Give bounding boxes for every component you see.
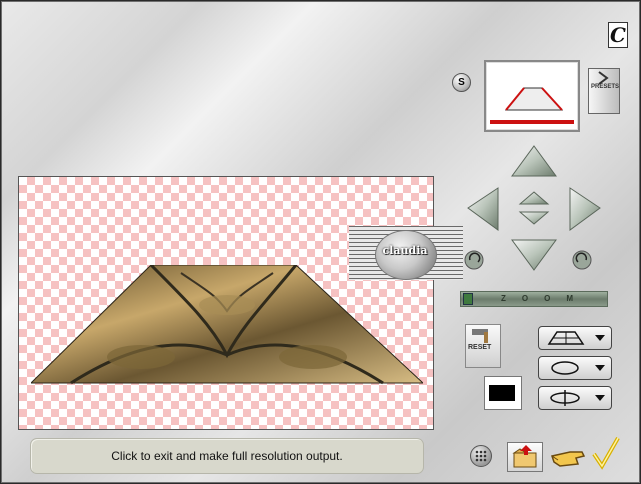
brand-logo-icon: C: [608, 22, 628, 48]
presets-label: PRESETS: [591, 84, 620, 90]
arrow-down-icon[interactable]: [511, 239, 557, 271]
folder-open-icon: [512, 445, 537, 468]
mode-flip-button[interactable]: [538, 386, 612, 410]
checkmark-icon: [592, 437, 620, 470]
rotate-right-icon[interactable]: [572, 250, 592, 270]
filter-window: C S PRESETS claudia ZOOM RESET Click to …: [0, 0, 641, 484]
preset-thumbnail[interactable]: [484, 60, 580, 132]
rotate-left-icon[interactable]: [464, 250, 484, 270]
flip-loop-icon: [550, 390, 580, 406]
rotate-loop-icon: [551, 361, 579, 375]
reset-label: RESET: [468, 344, 492, 351]
chevron-down-icon: [595, 395, 605, 401]
cancel-button[interactable]: [548, 442, 588, 472]
ok-button[interactable]: [592, 436, 622, 474]
mode-grid-button[interactable]: [538, 326, 612, 350]
zoom-slider[interactable]: ZOOM: [460, 291, 608, 307]
color-swatch: [489, 385, 515, 401]
color-swatch-button[interactable]: [484, 376, 522, 410]
navigation-pad: [464, 145, 601, 271]
grid-icon: [475, 450, 487, 462]
s-button[interactable]: S: [452, 73, 471, 92]
hammer-icon: [472, 329, 488, 343]
presets-button[interactable]: PRESETS: [588, 68, 620, 114]
perspective-plane: [31, 265, 423, 385]
arrow-right-icon[interactable]: [569, 187, 601, 231]
nudge-up-icon[interactable]: [518, 191, 550, 205]
status-bar[interactable]: Click to exit and make full resolution o…: [30, 438, 424, 474]
zoom-slider-thumb[interactable]: [463, 293, 473, 305]
preview-canvas[interactable]: [18, 176, 434, 430]
chevron-right-icon: [598, 71, 609, 85]
load-file-button[interactable]: [507, 442, 543, 472]
arrow-up-icon[interactable]: [511, 145, 557, 177]
chevron-down-icon: [595, 365, 605, 371]
arrow-left-icon[interactable]: [467, 187, 499, 231]
reset-button[interactable]: RESET: [465, 324, 501, 368]
chevron-down-icon: [595, 335, 605, 341]
preset-preview-icon: [490, 66, 574, 124]
grid-toggle-button[interactable]: [470, 445, 492, 467]
watermark-logo: claudia: [349, 226, 463, 280]
nudge-down-icon[interactable]: [518, 211, 550, 225]
logo-text: claudia: [382, 244, 428, 257]
grid-perspective-icon: [547, 331, 585, 345]
pointing-hand-icon: [551, 451, 586, 467]
zoom-label: ZOOM: [501, 294, 589, 303]
status-text: Click to exit and make full resolution o…: [111, 449, 343, 463]
mode-rotate-button[interactable]: [538, 356, 612, 380]
